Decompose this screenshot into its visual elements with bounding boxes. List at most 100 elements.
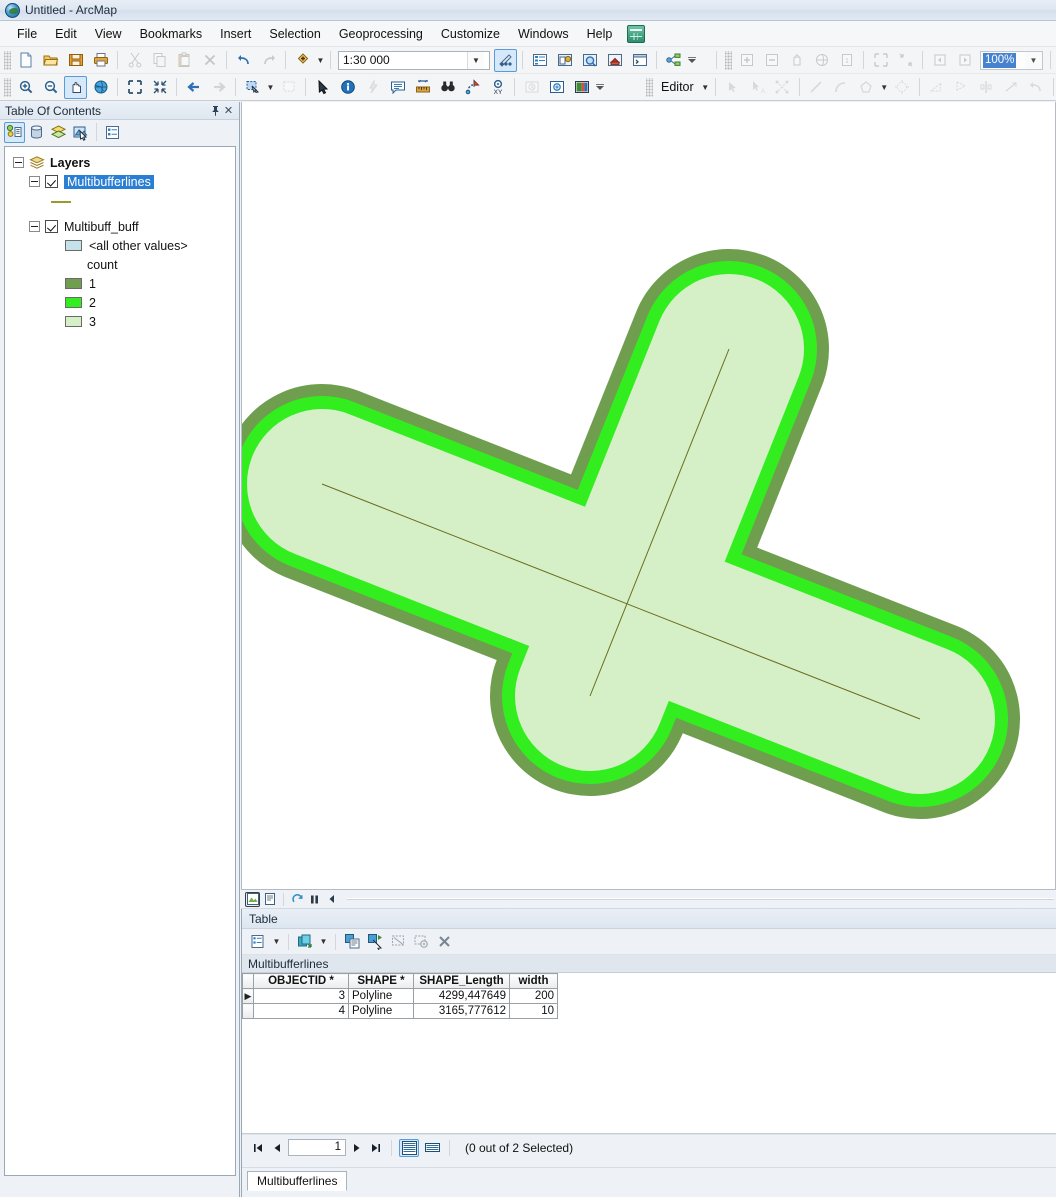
next-extent-icon[interactable] bbox=[207, 76, 230, 99]
full-extent-icon[interactable] bbox=[89, 76, 112, 99]
construct-polygon-dropdown-icon[interactable]: ▼ bbox=[879, 76, 890, 99]
layout-zoom-percent-combo[interactable]: 100% ▼ bbox=[980, 50, 1043, 70]
zoom-in-icon[interactable] bbox=[14, 76, 37, 99]
show-selected-records-icon[interactable] bbox=[422, 1139, 442, 1157]
toolbar-grip[interactable] bbox=[4, 50, 11, 70]
cell-shape[interactable]: Polyline bbox=[348, 1003, 414, 1019]
save-icon[interactable] bbox=[64, 49, 87, 72]
menu-selection[interactable]: Selection bbox=[260, 24, 329, 44]
layout-go-back-icon[interactable] bbox=[928, 49, 951, 72]
measure-icon[interactable] bbox=[411, 76, 434, 99]
editor-toolbar-grip[interactable] bbox=[646, 77, 653, 97]
cell-objectid[interactable]: 3 bbox=[253, 988, 349, 1004]
editor-dropdown-icon[interactable]: ▼ bbox=[700, 76, 711, 99]
cell-width[interactable]: 10 bbox=[509, 1003, 558, 1019]
cell-shape-length[interactable]: 3165,777612 bbox=[413, 1003, 510, 1019]
previous-record-icon[interactable] bbox=[269, 1140, 285, 1156]
next-record-icon[interactable] bbox=[349, 1140, 365, 1156]
legend-swatch[interactable] bbox=[65, 316, 82, 327]
row-current-marker[interactable]: ▶ bbox=[242, 988, 254, 1004]
paste-icon[interactable] bbox=[173, 49, 196, 72]
show-all-records-icon[interactable] bbox=[399, 1138, 419, 1157]
toc-layer-tree[interactable]: Layers Multibufferlines Multibuff_buff <… bbox=[4, 146, 236, 1176]
current-record-input[interactable]: 1 bbox=[288, 1139, 346, 1156]
list-by-visibility-icon[interactable] bbox=[48, 122, 69, 143]
cell-shape[interactable]: Polyline bbox=[348, 988, 414, 1004]
options-icon[interactable] bbox=[102, 122, 123, 143]
zoom-out-icon[interactable] bbox=[39, 76, 62, 99]
select-by-attributes-icon[interactable] bbox=[342, 931, 363, 952]
last-record-icon[interactable] bbox=[368, 1140, 384, 1156]
line-symbol-swatch[interactable] bbox=[51, 201, 71, 203]
legend-swatch[interactable] bbox=[65, 297, 82, 308]
list-by-drawing-order-icon[interactable] bbox=[4, 121, 25, 143]
cell-objectid[interactable]: 4 bbox=[253, 1003, 349, 1019]
go-to-xy-icon[interactable]: XY bbox=[486, 76, 509, 99]
copy-icon[interactable] bbox=[148, 49, 171, 72]
undo-icon[interactable] bbox=[232, 49, 255, 72]
layout-zoom-out-icon[interactable] bbox=[760, 49, 783, 72]
menu-windows[interactable]: Windows bbox=[509, 24, 578, 44]
related-tables-icon[interactable] bbox=[295, 931, 316, 952]
layout-pan-icon[interactable] bbox=[785, 49, 808, 72]
layout-zoom-whole-page-icon[interactable] bbox=[869, 49, 892, 72]
delete-selected-icon[interactable] bbox=[434, 931, 455, 952]
expander-icon[interactable] bbox=[13, 157, 24, 168]
pin-icon[interactable] bbox=[209, 104, 222, 117]
edit-tool-icon[interactable] bbox=[721, 76, 744, 99]
column-header-shape-length[interactable]: SHAPE_Length bbox=[413, 973, 510, 989]
toc-legend-item[interactable]: 3 bbox=[5, 312, 235, 331]
edit-annotation-icon[interactable]: A bbox=[746, 76, 769, 99]
add-data-dropdown-icon[interactable]: ▼ bbox=[315, 49, 326, 72]
menu-view[interactable]: View bbox=[86, 24, 131, 44]
add-data-icon[interactable] bbox=[291, 49, 314, 72]
table-tab-multibufferlines[interactable]: Multibufferlines bbox=[247, 1171, 348, 1191]
map-canvas[interactable] bbox=[241, 102, 1056, 890]
previous-extent-icon[interactable] bbox=[182, 76, 205, 99]
tools-overflow-icon[interactable] bbox=[594, 76, 606, 99]
layer-visibility-checkbox[interactable] bbox=[45, 220, 58, 233]
find-route-icon[interactable] bbox=[461, 76, 484, 99]
layout-fixed-zoom-icon[interactable] bbox=[894, 49, 917, 72]
split-icon[interactable] bbox=[950, 76, 973, 99]
attribute-grid-area[interactable]: OBJECTID * SHAPE * SHAPE_Length width ▶ … bbox=[242, 973, 1056, 1134]
layout-go-forward-icon[interactable] bbox=[953, 49, 976, 72]
map-scale-combo[interactable]: ▼ bbox=[338, 50, 490, 70]
mirror-features-icon[interactable] bbox=[975, 76, 998, 99]
pause-drawing-icon[interactable] bbox=[307, 892, 322, 907]
table-options-icon[interactable] bbox=[248, 931, 269, 952]
python-window-icon[interactable] bbox=[628, 49, 651, 72]
model-builder-icon[interactable] bbox=[627, 24, 646, 43]
select-features-icon[interactable] bbox=[241, 76, 264, 99]
construct-polygon-icon[interactable] bbox=[855, 76, 878, 99]
merge-icon[interactable] bbox=[1000, 76, 1023, 99]
delete-icon[interactable] bbox=[198, 49, 221, 72]
close-icon[interactable]: ✕ bbox=[222, 104, 235, 117]
topology-edit-icon[interactable] bbox=[771, 76, 794, 99]
clear-selection-icon[interactable] bbox=[388, 931, 409, 952]
column-header-objectid[interactable]: OBJECTID * bbox=[253, 973, 349, 989]
endpoint-arc-icon[interactable] bbox=[830, 76, 853, 99]
attribute-grid[interactable]: OBJECTID * SHAPE * SHAPE_Length width ▶ … bbox=[242, 973, 558, 1019]
straight-segment-icon[interactable] bbox=[805, 76, 828, 99]
print-icon[interactable] bbox=[89, 49, 112, 72]
previous-icon[interactable] bbox=[324, 892, 339, 907]
search-icon[interactable] bbox=[578, 49, 601, 72]
catalog-icon[interactable] bbox=[553, 49, 576, 72]
html-popup-icon[interactable] bbox=[386, 76, 409, 99]
layout-page-extent-icon[interactable]: 1 bbox=[835, 49, 858, 72]
table-options-dropdown-icon[interactable]: ▼ bbox=[271, 930, 282, 953]
table-of-contents-icon[interactable] bbox=[528, 49, 551, 72]
cell-shape-length[interactable]: 4299,447649 bbox=[413, 988, 510, 1004]
toc-legend-item[interactable]: <all other values> bbox=[5, 236, 235, 255]
table-row[interactable]: 4 Polyline 3165,777612 10 bbox=[242, 1003, 558, 1019]
map-scale-dropdown-icon[interactable]: ▼ bbox=[467, 51, 484, 69]
list-by-selection-icon[interactable] bbox=[70, 122, 91, 143]
layout-full-extent-icon[interactable] bbox=[810, 49, 833, 72]
menu-help[interactable]: Help bbox=[578, 24, 622, 44]
related-tables-dropdown-icon[interactable]: ▼ bbox=[318, 930, 329, 953]
column-header-shape[interactable]: SHAPE * bbox=[348, 973, 414, 989]
rotate-icon[interactable] bbox=[925, 76, 948, 99]
time-slider-icon[interactable] bbox=[520, 76, 543, 99]
select-features-dropdown-icon[interactable]: ▼ bbox=[265, 76, 276, 99]
